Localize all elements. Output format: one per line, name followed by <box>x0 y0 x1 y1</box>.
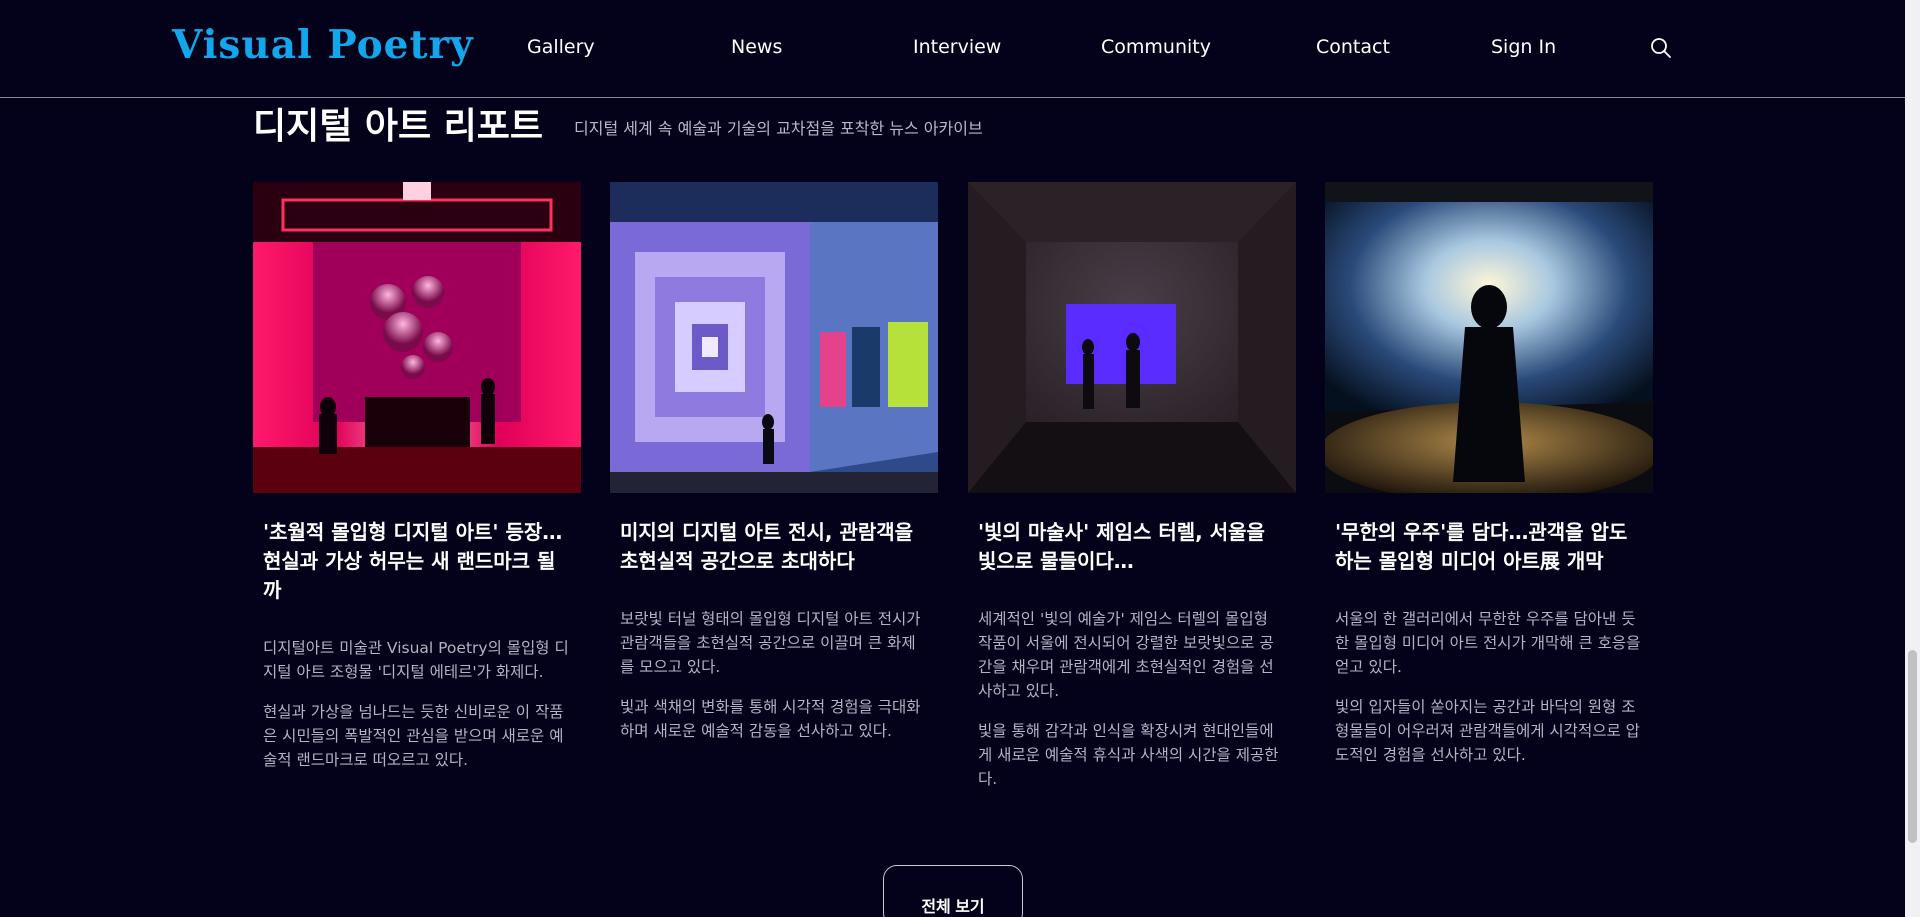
nav-interview[interactable]: Interview <box>913 36 1001 58</box>
article-card-3[interactable]: '빛의 마술사' 제임스 터렐, 서울을 빛으로 물들이다… 세계적인 '빛의 … <box>968 182 1296 791</box>
article-detail-1: 현실과 가상을 넘나드는 듯한 신비로운 이 작품은 시민들의 폭발적인 관심을… <box>263 703 564 769</box>
section-title: 디지털 아트 리포트 <box>253 106 544 147</box>
nav-gallery[interactable]: Gallery <box>527 36 595 58</box>
article-title-2[interactable]: 미지의 디지털 아트 전시, 관람객을 초현실적 공간으로 초대하다 <box>620 518 928 576</box>
nav-contact[interactable]: Contact <box>1316 36 1390 58</box>
section-subtitle: 디지털 세계 속 예술과 기술의 교차점을 포착한 뉴스 아카이브 <box>574 119 983 138</box>
page-scrollbar[interactable] <box>1905 0 1920 917</box>
search-icon[interactable] <box>1650 37 1672 59</box>
scrollbar-thumb[interactable] <box>1908 650 1917 843</box>
article-summary-2: 보랏빛 터널 형태의 몰입형 디지털 아트 전시가 관람객들을 초현실적 공간으… <box>620 610 921 676</box>
nav-community[interactable]: Community <box>1101 36 1211 58</box>
nav-sign-in[interactable]: Sign In <box>1491 36 1556 58</box>
article-card-1[interactable]: '초월적 몰입형 디지털 아트' 등장… 현실과 가상 허무는 새 랜드마크 될… <box>253 182 581 772</box>
article-title-4[interactable]: '무한의 우주'를 담다…관객을 압도하는 몰입형 미디어 아트展 개막 <box>1335 518 1643 576</box>
article-detail-3: 빛을 통해 감각과 인식을 확장시켜 현대인들에게 새로운 예술적 휴식과 사색… <box>978 722 1279 788</box>
article-image-2[interactable] <box>610 182 938 493</box>
article-detail-2: 빛과 색채의 변화를 통해 시각적 경험을 극대화하며 새로운 예술적 감동을 … <box>620 698 921 740</box>
article-card-2[interactable]: 미지의 디지털 아트 전시, 관람객을 초현실적 공간으로 초대하다 보랏빛 터… <box>610 182 938 743</box>
nav-news[interactable]: News <box>731 36 782 58</box>
article-image-3[interactable] <box>968 182 1296 493</box>
article-image-1[interactable] <box>253 182 581 493</box>
article-summary-3: 세계적인 '빛의 예술가' 제임스 터렐의 몰입형 작품이 서울에 전시되어 강… <box>978 610 1274 700</box>
site-logo[interactable]: Visual Poetry <box>172 22 474 68</box>
site-header: Visual Poetry Gallery News Interview Com… <box>0 0 1905 98</box>
article-summary-4: 서울의 한 갤러리에서 무한한 우주를 담아낸 듯한 몰입형 미디어 아트 전시… <box>1335 610 1641 676</box>
article-detail-4: 빛의 입자들이 쏟아지는 공간과 바닥의 원형 조형물들이 어우러져 관람객들에… <box>1335 698 1640 764</box>
article-card-4[interactable]: '무한의 우주'를 담다…관객을 압도하는 몰입형 미디어 아트展 개막 서울의… <box>1325 182 1653 767</box>
view-all-button[interactable]: 전체 보기 <box>883 865 1023 917</box>
article-image-4[interactable] <box>1325 182 1653 493</box>
article-title-1[interactable]: '초월적 몰입형 디지털 아트' 등장… 현실과 가상 허무는 새 랜드마크 될… <box>263 518 571 605</box>
article-title-3[interactable]: '빛의 마술사' 제임스 터렐, 서울을 빛으로 물들이다… <box>978 518 1286 576</box>
article-summary-1: 디지털아트 미술관 Visual Poetry의 몰입형 디지털 아트 조형물 … <box>263 639 569 681</box>
